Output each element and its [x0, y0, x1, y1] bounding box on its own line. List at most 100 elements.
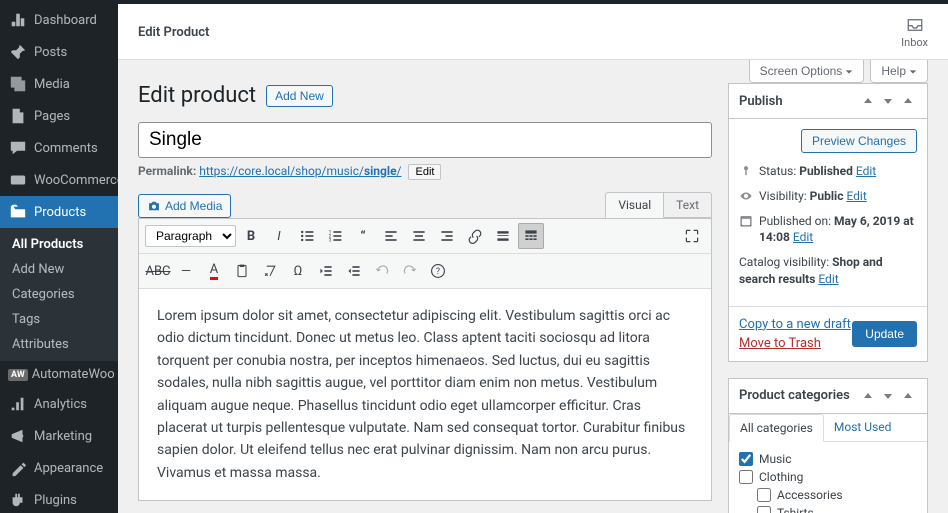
copy-draft-link[interactable]: Copy to a new draft [739, 317, 851, 332]
italic-button[interactable]: I [266, 223, 292, 249]
toolbar-toggle-button[interactable] [518, 223, 544, 249]
category-checkbox[interactable] [739, 470, 753, 484]
camera-icon [147, 199, 161, 213]
menu-media[interactable]: Media [0, 68, 118, 100]
menu-comments[interactable]: Comments [0, 132, 118, 164]
page-header-title: Edit Product [138, 25, 209, 40]
page-header: Edit Product Inbox [118, 4, 948, 60]
toggle-button[interactable] [899, 92, 917, 110]
format-select[interactable]: Paragraph [145, 225, 236, 247]
calendar-icon [739, 214, 753, 228]
category-checkbox[interactable] [757, 506, 771, 513]
move-trash-link[interactable]: Move to Trash [739, 336, 851, 351]
editor-content-area[interactable]: Lorem ipsum dolor sit amet, consectetur … [139, 289, 711, 500]
menu-analytics[interactable]: Analytics [0, 388, 118, 420]
category-item: Music [739, 450, 917, 468]
comment-icon [8, 138, 28, 158]
marketing-icon [8, 426, 28, 446]
permalink-row: Permalink: https://core.local/shop/music… [138, 164, 712, 180]
menu-appearance[interactable]: Appearance [0, 452, 118, 484]
bullet-list-button[interactable] [294, 223, 320, 249]
submenu-add-new[interactable]: Add New [0, 257, 118, 282]
redo-button[interactable] [397, 258, 423, 284]
edit-date-link[interactable]: Edit [793, 230, 813, 244]
move-up-button[interactable] [859, 92, 877, 110]
category-label: Accessories [777, 488, 843, 502]
publish-box: Publish Preview Changes Status: Publishe… [728, 83, 928, 362]
update-button[interactable]: Update [852, 321, 917, 347]
outdent-button[interactable] [313, 258, 339, 284]
appearance-icon [8, 458, 28, 478]
clearformat-button[interactable] [257, 258, 283, 284]
align-center-button[interactable] [406, 223, 432, 249]
align-right-button[interactable] [434, 223, 460, 249]
permalink-link[interactable]: https://core.local/shop/music/single/ [199, 164, 401, 178]
category-checkbox[interactable] [739, 452, 753, 466]
submenu-tags[interactable]: Tags [0, 307, 118, 332]
add-media-button[interactable]: Add Media [138, 194, 231, 218]
menu-plugins[interactable]: Plugins [0, 484, 118, 513]
specialchar-button[interactable]: Ω [285, 258, 311, 284]
cat-tab-most[interactable]: Most Used [824, 414, 902, 441]
inbox-button[interactable]: Inbox [901, 16, 928, 49]
analytics-icon [8, 394, 28, 414]
cat-tab-all[interactable]: All categories [729, 414, 824, 442]
move-down-button[interactable] [879, 92, 897, 110]
link-button[interactable] [462, 223, 488, 249]
menu-pages[interactable]: Pages [0, 100, 118, 132]
caret-down-icon [909, 68, 917, 76]
align-left-button[interactable] [378, 223, 404, 249]
woocommerce-icon [8, 170, 28, 190]
screen-options-tab[interactable]: Screen Options [749, 60, 865, 83]
submenu-attributes[interactable]: Attributes [0, 332, 118, 357]
move-down-button[interactable] [879, 387, 897, 405]
undo-button[interactable] [369, 258, 395, 284]
categories-title: Product categories [739, 388, 850, 403]
editor-tab-visual[interactable]: Visual [605, 192, 664, 218]
readmore-button[interactable] [490, 223, 516, 249]
menu-dashboard[interactable]: Dashboard [0, 4, 118, 36]
hr-button[interactable]: — [173, 258, 199, 284]
help-button[interactable]: ? [425, 258, 451, 284]
category-label: Music [759, 452, 791, 466]
main-content: Edit Product Inbox Screen Options Help E… [118, 4, 948, 513]
bold-button[interactable]: B [238, 223, 264, 249]
edit-visibility-link[interactable]: Edit [846, 189, 866, 203]
pin-icon [739, 164, 753, 178]
permalink-edit-button[interactable]: Edit [408, 164, 441, 180]
move-up-button[interactable] [859, 387, 877, 405]
preview-changes-button[interactable]: Preview Changes [801, 129, 917, 153]
toggle-button[interactable] [899, 387, 917, 405]
menu-products[interactable]: Products [0, 196, 118, 228]
edit-catalog-link[interactable]: Edit [818, 272, 838, 286]
menu-posts[interactable]: Posts [0, 36, 118, 68]
category-item: Accessories [739, 486, 917, 504]
media-icon [8, 74, 28, 94]
submenu-categories[interactable]: Categories [0, 282, 118, 307]
dashboard-icon [8, 10, 28, 30]
category-item: Clothing [739, 468, 917, 486]
blockquote-button[interactable]: “ [350, 223, 376, 249]
add-new-button[interactable]: Add New [266, 85, 333, 107]
textcolor-button[interactable]: A [201, 258, 227, 284]
admin-sidebar: Dashboard Posts Media Pages Comments Woo… [0, 4, 118, 513]
indent-button[interactable] [341, 258, 367, 284]
menu-automatewoo[interactable]: AWAutomateWoo [0, 361, 118, 388]
menu-marketing[interactable]: Marketing [0, 420, 118, 452]
category-label: Clothing [759, 470, 803, 484]
submenu-all-products[interactable]: All Products [0, 232, 118, 257]
strikethrough-button[interactable]: ABC [145, 258, 171, 284]
eye-icon [739, 189, 753, 203]
pastetext-button[interactable] [229, 258, 255, 284]
caret-down-icon [845, 68, 853, 76]
inbox-icon [906, 16, 924, 34]
help-tab[interactable]: Help [870, 60, 928, 83]
page-title: Edit product [138, 83, 256, 108]
edit-status-link[interactable]: Edit [856, 164, 876, 178]
menu-woocommerce[interactable]: WooCommerce [0, 164, 118, 196]
category-checkbox[interactable] [757, 488, 771, 502]
editor-tab-text[interactable]: Text [664, 192, 712, 218]
fullscreen-button[interactable] [679, 223, 705, 249]
product-title-input[interactable] [138, 122, 712, 158]
numbered-list-button[interactable]: 123 [322, 223, 348, 249]
